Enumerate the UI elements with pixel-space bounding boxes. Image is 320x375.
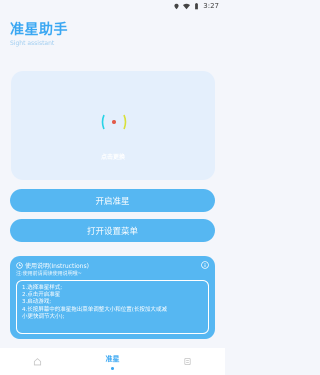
app-subtitle: Sight assistant	[10, 40, 55, 47]
header: 准星助手 Sight assistant	[10, 19, 68, 47]
instruction-line: 小更快调节大小);	[22, 313, 65, 320]
nav-item-home[interactable]	[0, 348, 75, 375]
preview-caption[interactable]: 点击更换	[11, 152, 215, 161]
location-icon	[174, 3, 179, 9]
clock-icon	[16, 262, 23, 269]
instructions-note: 注:使用前请阅读使用说明哦~	[16, 271, 82, 277]
open-settings-menu-button[interactable]: 打开设置菜单	[10, 219, 215, 242]
home-icon	[33, 358, 42, 366]
start-crosshair-button[interactable]: 开启准星	[10, 189, 215, 212]
status-bar: 3:27	[0, 0, 225, 12]
instructions-title: 使用说明(Instructions)	[25, 263, 89, 270]
instruction-line: 3.启动游戏;	[22, 299, 52, 306]
bottom-nav: 准星	[0, 348, 225, 375]
profile-icon	[184, 357, 191, 366]
crosshair-preview-icon[interactable]	[100, 113, 128, 131]
battery-icon	[195, 2, 199, 9]
instructions-card: 使用说明(Instructions) 注:使用前请阅读使用说明哦~ 1.选择准星…	[10, 256, 215, 339]
wifi-icon	[183, 3, 191, 9]
instructions-header: 使用说明(Instructions)	[16, 261, 89, 270]
nav-item-profile[interactable]	[150, 348, 225, 375]
instructions-list: 1.选择准星样式; 2.点击开启准星 3.启动游戏; 4.长按屏幕中的准星拖出菜…	[16, 280, 209, 334]
nav-item-crosshair[interactable]: 准星	[75, 348, 150, 375]
active-indicator	[111, 366, 114, 370]
nav-label-crosshair: 准星	[105, 354, 120, 363]
info-icon[interactable]	[201, 261, 209, 269]
status-time: 3:27	[203, 2, 219, 10]
instruction-line: 4.长按屏幕中的准星拖出菜单调整大小和位置(长按加大或减	[22, 306, 167, 313]
crosshair-preview-card[interactable]: 点击更换	[11, 71, 215, 180]
app-title: 准星助手	[10, 22, 68, 38]
